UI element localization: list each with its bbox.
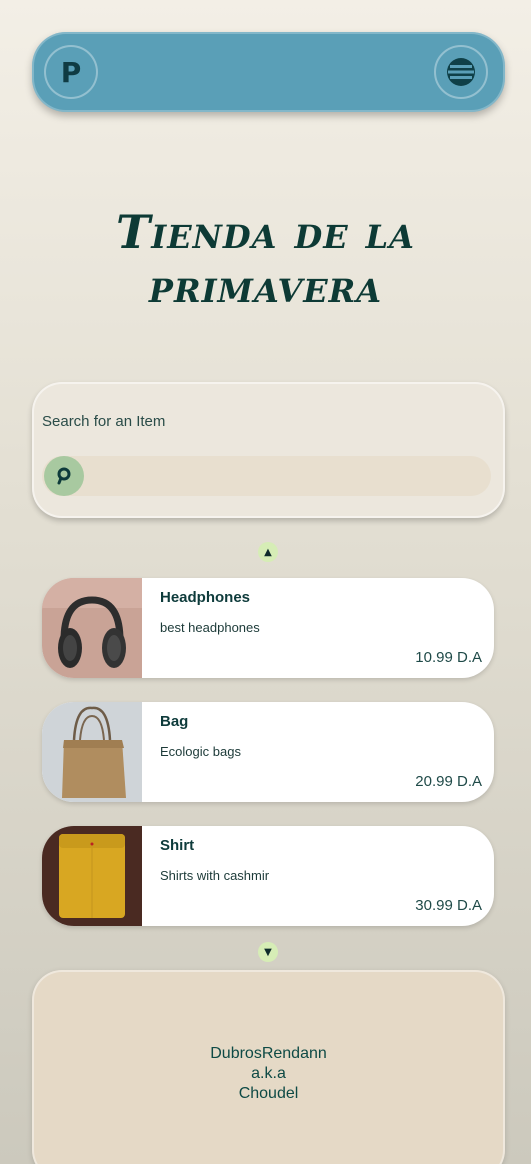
product-price: 30.99 D.A — [415, 897, 482, 914]
footer-line: a.k.a — [251, 1065, 286, 1082]
product-name: Shirt — [160, 837, 195, 854]
logo-button[interactable]: P — [44, 45, 98, 99]
product-card[interactable]: Bag Ecologic bags 20.99 D.A — [42, 702, 494, 802]
logo-letter: P — [60, 55, 82, 89]
yellow-shirt-image — [42, 826, 142, 926]
search-label: Search for an Item — [42, 413, 166, 430]
footer-credits: DubrosRendann a.k.a Choudel — [32, 1044, 505, 1104]
arrow-up-icon: ▲ — [264, 546, 272, 558]
navbar: P — [32, 32, 505, 112]
page-title: Tienda de la primavera — [116, 205, 415, 313]
product-card[interactable]: Headphones best headphones 10.99 D.A — [42, 578, 494, 678]
footer-line: Choudel — [238, 1085, 299, 1102]
product-card[interactable]: Shirt Shirts with cashmir 30.99 D.A — [42, 826, 494, 926]
scroll-up-button[interactable]: ▲ — [258, 542, 278, 562]
search-bar — [42, 456, 491, 496]
footer-line: DubrosRendann — [210, 1045, 327, 1062]
menu-button[interactable] — [434, 45, 488, 99]
search-input[interactable] — [90, 456, 485, 496]
product-description: Shirts with cashmir — [160, 868, 270, 883]
headphones-image — [42, 578, 142, 678]
product-name: Headphones — [160, 589, 251, 606]
product-description: best headphones — [160, 620, 260, 635]
search-card: Search for an Item — [32, 382, 505, 518]
footer-card: DubrosRendann a.k.a Choudel — [32, 970, 505, 1164]
product-description: Ecologic bags — [160, 744, 241, 759]
product-name: Bag — [160, 713, 189, 730]
hamburger-menu-icon — [447, 58, 475, 86]
search-button[interactable] — [44, 456, 84, 496]
arrow-down-icon: ▼ — [264, 946, 272, 958]
search-icon — [57, 467, 71, 485]
product-price: 10.99 D.A — [415, 649, 482, 666]
product-price: 20.99 D.A — [415, 773, 482, 790]
tote-bag-image — [42, 702, 142, 802]
scroll-down-button[interactable]: ▼ — [258, 942, 278, 962]
